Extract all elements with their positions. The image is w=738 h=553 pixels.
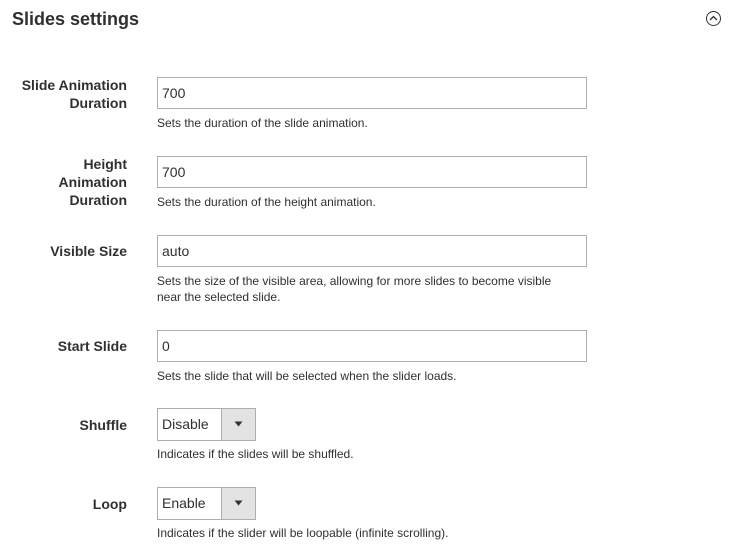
shuffle-select-value: Disable xyxy=(162,416,209,432)
slide-animation-duration-input[interactable] xyxy=(157,77,587,109)
slide-animation-duration-note: Sets the duration of the slide animation… xyxy=(157,116,368,130)
chevron-up-icon xyxy=(709,15,718,21)
collapse-section-button[interactable] xyxy=(706,11,721,26)
visible-size-note: Sets the size of the visible area, allow… xyxy=(157,274,552,304)
start-slide-input[interactable] xyxy=(157,330,587,362)
loop-select-toggle[interactable] xyxy=(221,488,255,519)
section-title: Slides settings xyxy=(12,9,140,29)
start-slide-label: Start Slide xyxy=(57,338,127,354)
height-animation-duration-label: Height Animation Duration xyxy=(58,156,127,208)
caret-down-icon xyxy=(234,500,243,506)
loop-note: Indicates if the slider will be loopable… xyxy=(157,526,449,540)
shuffle-select[interactable]: Disable xyxy=(157,408,256,441)
caret-down-icon xyxy=(234,421,243,427)
loop-label: Loop xyxy=(92,496,127,512)
slide-animation-duration-label: Slide Animation Duration xyxy=(21,77,127,111)
shuffle-label: Shuffle xyxy=(79,417,127,433)
loop-select[interactable]: Enable xyxy=(157,487,256,520)
visible-size-input[interactable] xyxy=(157,235,587,267)
visible-size-label: Visible Size xyxy=(50,243,127,259)
shuffle-note: Indicates if the slides will be shuffled… xyxy=(157,447,354,461)
shuffle-select-toggle[interactable] xyxy=(221,409,255,440)
height-animation-duration-note: Sets the duration of the height animatio… xyxy=(157,195,376,209)
height-animation-duration-input[interactable] xyxy=(157,156,587,188)
start-slide-note: Sets the slide that will be selected whe… xyxy=(157,369,457,383)
loop-select-value: Enable xyxy=(162,495,206,511)
